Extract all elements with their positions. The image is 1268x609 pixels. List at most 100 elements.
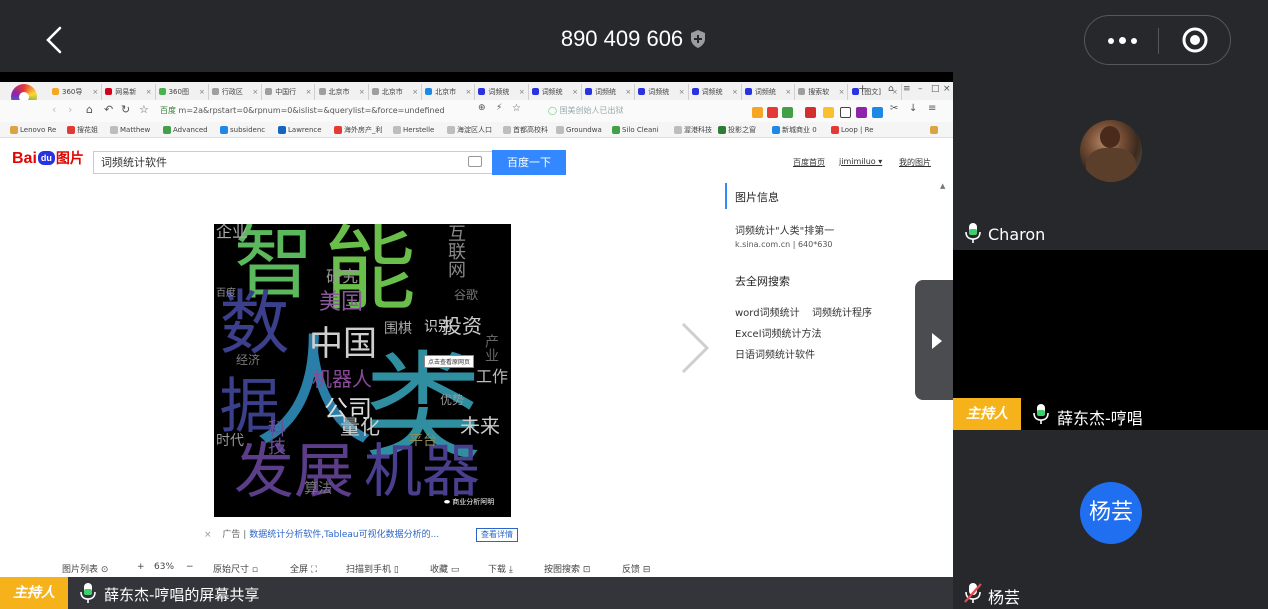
participant-tile-host[interactable]: 主持人 薛东杰-哼唱 xyxy=(953,250,1268,430)
home-icon[interactable]: ⌂ xyxy=(86,103,93,116)
bookmark-item[interactable]: Advanced xyxy=(163,124,208,136)
browser-tab[interactable]: 词频统 × xyxy=(743,84,796,100)
shirt-icon[interactable]: ⌂ xyxy=(888,84,894,94)
maximize-icon[interactable]: □ xyxy=(931,84,940,94)
browser-tab[interactable]: 词频统 × xyxy=(530,84,582,100)
browser-tab[interactable]: 网易新 × xyxy=(103,84,156,100)
bookmarks-more-icon[interactable]: » xyxy=(930,124,939,136)
baidu-search-button[interactable]: 百度一下 xyxy=(492,150,566,175)
back-icon[interactable]: ‹ xyxy=(52,103,56,116)
zoom-icon[interactable]: ⊕ xyxy=(478,103,486,113)
address-bar[interactable]: 百度 m=2a&rpstart=0&rpnum=0&islist=&queryl… xyxy=(160,103,478,119)
bookmark-item[interactable]: Silo Cleani xyxy=(612,124,659,136)
browser-tab[interactable]: 北京市 × xyxy=(370,84,423,100)
tab-close-icon[interactable]: × xyxy=(785,84,791,100)
browser-tab[interactable]: 搜索软 × xyxy=(796,84,849,100)
bookmark-item[interactable]: subsidenc xyxy=(220,124,265,136)
tab-close-icon[interactable]: × xyxy=(199,84,205,100)
more-icon[interactable] xyxy=(1085,16,1158,66)
ad-detail-button[interactable]: 查看详情 xyxy=(476,528,518,542)
baidu-home-link[interactable]: 百度首页 xyxy=(793,157,825,168)
ext-icon-1[interactable] xyxy=(752,107,763,118)
tab-close-icon[interactable]: × xyxy=(679,84,685,100)
browser-tab[interactable]: 行政区 × xyxy=(210,84,263,100)
user-link[interactable]: jimimiluo ▾ xyxy=(839,157,882,166)
close-icon[interactable]: × xyxy=(943,84,951,94)
bookmark-item[interactable]: Matthew xyxy=(110,124,150,136)
star-icon[interactable]: ☆ xyxy=(139,103,149,116)
next-image-icon[interactable] xyxy=(675,320,715,376)
participant-tile-charon[interactable]: Charon xyxy=(953,72,1268,250)
scroll-up-icon[interactable]: ▲ xyxy=(940,182,945,190)
suggestion-link[interactable]: Excel词频统计方法 xyxy=(735,325,822,340)
ext-icon-5[interactable] xyxy=(823,107,834,118)
bookmark-item[interactable]: Loop | Re xyxy=(831,124,873,136)
browser-tab[interactable]: 词频统 × xyxy=(690,84,742,100)
browser-tab[interactable]: 词频统 × xyxy=(583,84,636,100)
tab-close-icon[interactable]: × xyxy=(306,84,312,100)
ext-icon-4[interactable] xyxy=(805,107,816,118)
search-by-image-button[interactable]: 按图搜索 ⊡ xyxy=(544,562,590,575)
view-source-tip[interactable]: 点击查看原网页 xyxy=(424,355,475,368)
browser-tab[interactable]: 词频统 × xyxy=(476,84,529,100)
bookmark-item[interactable]: Herstelle xyxy=(393,124,434,136)
suggestion-link[interactable]: 词频统计程序 xyxy=(812,304,872,319)
tab-close-icon[interactable]: × xyxy=(732,84,738,100)
tab-close-icon[interactable]: × xyxy=(572,84,578,100)
bookmark-item[interactable]: Groundwa xyxy=(556,124,602,136)
camera-icon[interactable] xyxy=(468,156,482,167)
suggestion-link[interactable]: 日语词频统计软件 xyxy=(735,346,815,361)
tab-close-icon[interactable]: × xyxy=(625,84,631,100)
screen-share-view[interactable]: 360导 × 网易新 × 360图 × 行政区 × 中国行 × 北京市 × 北京市 × 北京市 × 词频统 × 词频… xyxy=(0,72,953,577)
ad-link[interactable]: 数据统计分析软件,Tableau可视化数据分析的... xyxy=(249,530,439,540)
bookmark-item[interactable]: 首都高校科 xyxy=(503,124,548,136)
browser-tab[interactable]: 中国行 × xyxy=(263,84,316,100)
zoom-in-button[interactable]: + xyxy=(137,562,145,572)
ext-icon-7[interactable] xyxy=(856,107,867,118)
tab-close-icon[interactable]: × xyxy=(252,84,258,100)
wordcloud-image[interactable]: 智能人类数据发展 机器 中国 公司 企业 互联网 研究 美国 投资 识别 工作 围棋 量化 未来 平台 时代科… xyxy=(214,224,511,517)
minimize-icon[interactable]: – xyxy=(918,84,923,94)
scissors-icon[interactable]: ✂ xyxy=(890,103,898,114)
browser-tab[interactable]: 北京市 × xyxy=(423,84,476,100)
lightning-icon[interactable]: ⚡ xyxy=(496,103,502,113)
forward-icon[interactable]: › xyxy=(68,103,72,116)
baidu-search-input[interactable]: 词频统计软件 xyxy=(93,151,493,174)
bookmark-item[interactable]: 海淀区人口 xyxy=(447,124,492,136)
image-list-button[interactable]: 图片列表 ⊙ xyxy=(62,562,108,575)
info-description[interactable]: 词频统计"人类"排第一 xyxy=(735,222,834,237)
browser-tab[interactable]: 360图 × xyxy=(157,84,209,100)
new-tab-icon[interactable]: + xyxy=(858,82,867,95)
bookmark-item[interactable]: 投影之窗 xyxy=(718,124,756,136)
tab-close-icon[interactable]: × xyxy=(519,84,525,100)
ad-close-icon[interactable]: × xyxy=(204,530,212,540)
tab-close-icon[interactable]: × xyxy=(839,84,845,100)
tab-close-icon[interactable]: × xyxy=(466,84,472,100)
toggle-panel-icon[interactable] xyxy=(915,280,953,400)
feedback-button[interactable]: 反馈 ⊟ xyxy=(622,562,650,575)
undo-icon[interactable]: ↶ xyxy=(104,103,113,116)
download-icon[interactable]: ↓ xyxy=(909,103,917,114)
scan-to-phone-button[interactable]: 扫描到手机 ▯ xyxy=(346,562,399,575)
tab-close-icon[interactable]: × xyxy=(412,84,418,100)
browser-tab[interactable]: 词频统 × xyxy=(636,84,689,100)
bookmark-item[interactable]: 海外房产_利 xyxy=(334,124,383,136)
participant-tile-yangyun[interactable]: 杨芸 杨芸 xyxy=(953,430,1268,609)
tab-close-icon[interactable]: × xyxy=(359,84,365,100)
refresh-icon[interactable]: ↻ xyxy=(121,103,130,116)
bookmark-star-icon[interactable]: ☆ xyxy=(512,103,521,114)
ext-icon-2[interactable] xyxy=(767,107,778,118)
bookmark-item[interactable]: Lenovo Re xyxy=(10,124,56,136)
ext-icon-8[interactable] xyxy=(872,107,883,118)
browser-menu-icon[interactable]: ≡ xyxy=(928,103,936,114)
suggestion-link[interactable]: word词频统计 xyxy=(735,304,800,319)
favorite-button[interactable]: 收藏 ▭ xyxy=(430,562,459,575)
ext-icon-6[interactable] xyxy=(840,107,851,118)
exit-mini-icon[interactable] xyxy=(1181,26,1209,58)
bookmark-item[interactable]: Lawrence xyxy=(278,124,322,136)
download-button[interactable]: 下载 ⤓ xyxy=(488,562,513,575)
original-size-button[interactable]: 原始尺寸 ▫ xyxy=(213,562,258,575)
tab-close-icon[interactable]: × xyxy=(92,84,98,100)
browser-search-field[interactable]: ◯ 国美创始人已出狱 xyxy=(548,103,728,119)
menu-icon[interactable]: ≡ xyxy=(903,84,911,94)
